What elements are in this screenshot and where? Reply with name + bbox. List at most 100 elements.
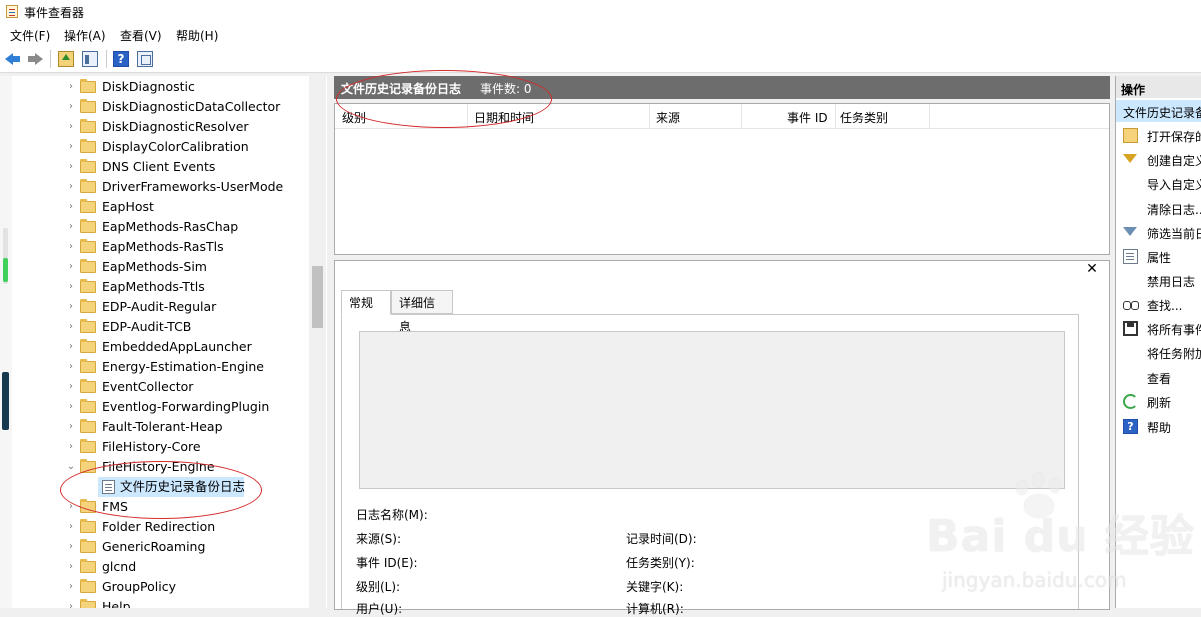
tree-item-label: Energy-Estimation-Engine	[102, 359, 264, 374]
tab-details[interactable]: 详细信息	[391, 290, 453, 334]
folder-icon	[80, 319, 96, 333]
events-table[interactable]: 级别 日期和时间 来源 事件 ID 任务类别	[334, 103, 1110, 255]
chevron-icon[interactable]: ›	[64, 277, 78, 297]
action-item[interactable]: 打开保存的日志...	[1116, 125, 1201, 147]
tree-scrollbar-thumb[interactable]	[312, 266, 323, 328]
tree-item[interactable]: › Folder Redirection	[64, 517, 304, 537]
chevron-icon[interactable]: ›	[64, 377, 78, 397]
column-datetime[interactable]: 日期和时间	[474, 109, 534, 126]
tree-item[interactable]: › DiskDiagnostic	[64, 77, 304, 97]
tree-item[interactable]: › EapMethods-RasTls	[64, 237, 304, 257]
chevron-icon[interactable]: ⌄	[64, 457, 78, 477]
chevron-icon[interactable]: ›	[64, 77, 78, 97]
tree-item[interactable]: › FileHistory-Core	[64, 437, 304, 457]
action-item-label: 清除日志...	[1147, 203, 1201, 217]
column-separator[interactable]	[929, 104, 930, 128]
tree-item[interactable]: ⌄ FileHistory-Engine	[64, 457, 304, 477]
tree-item[interactable]: › DNS Client Events	[64, 157, 304, 177]
tree-item[interactable]: › DisplayColorCalibration	[64, 137, 304, 157]
action-item-label: 禁用日志	[1147, 275, 1196, 289]
action-item[interactable]: 查看	[1116, 367, 1201, 389]
menu-file[interactable]: 文件(F)	[10, 27, 50, 44]
action-item[interactable]: 帮助	[1116, 416, 1201, 438]
tree-item-selected-log[interactable]: 文件历史记录备份日志	[98, 477, 246, 497]
back-arrow-icon[interactable]	[5, 51, 21, 67]
chevron-icon[interactable]: ›	[64, 417, 78, 437]
tab-general[interactable]: 常规	[341, 290, 391, 315]
action-item[interactable]: 清除日志...	[1116, 198, 1201, 220]
chevron-icon[interactable]: ›	[64, 257, 78, 277]
tree-item[interactable]: › Energy-Estimation-Engine	[64, 357, 304, 377]
action-item[interactable]: 导入自定义视图...	[1116, 173, 1201, 195]
column-source[interactable]: 来源	[656, 109, 680, 126]
chevron-icon[interactable]: ›	[64, 557, 78, 577]
column-separator[interactable]	[467, 104, 468, 128]
action-item[interactable]: 筛选当前日志...	[1116, 222, 1201, 244]
chevron-icon[interactable]: ›	[64, 537, 78, 557]
actions-selected-log[interactable]: 文件历史记录备份日志	[1116, 100, 1201, 122]
menu-help[interactable]: 帮助(H)	[176, 27, 218, 44]
column-level[interactable]: 级别	[342, 109, 366, 126]
tree-item[interactable]: › EapHost	[64, 197, 304, 217]
chevron-icon[interactable]: ›	[64, 197, 78, 217]
tree-item[interactable]: › FMS	[64, 497, 304, 517]
chevron-icon[interactable]: ›	[64, 517, 78, 537]
tree-item[interactable]: › EmbeddedAppLauncher	[64, 337, 304, 357]
chevron-icon[interactable]: ›	[64, 157, 78, 177]
chevron-icon[interactable]: ›	[64, 497, 78, 517]
event-description-box[interactable]	[359, 331, 1065, 489]
chevron-icon[interactable]: ›	[64, 437, 78, 457]
column-separator[interactable]	[741, 104, 742, 128]
action-item[interactable]: 将任务附加到此日志...	[1116, 342, 1201, 364]
chevron-icon[interactable]: ›	[64, 97, 78, 117]
tree-item[interactable]: › DiskDiagnosticResolver	[64, 117, 304, 137]
action-item[interactable]: 将所有事件另存为...	[1116, 318, 1201, 340]
action-item[interactable]: 刷新	[1116, 391, 1201, 413]
action-item[interactable]: 禁用日志	[1116, 270, 1201, 292]
tree-scrollbar[interactable]	[309, 76, 326, 608]
tree-item[interactable]: › Fault-Tolerant-Heap	[64, 417, 304, 437]
tree-item[interactable]: › EapMethods-RasChap	[64, 217, 304, 237]
navigation-tree[interactable]: › DiskDiagnostic › DiskDiagnosticDataCollec…	[0, 76, 327, 608]
chevron-icon[interactable]: ›	[64, 597, 78, 608]
action-item[interactable]: 创建自定义视图...	[1116, 149, 1201, 171]
chevron-icon[interactable]: ›	[64, 397, 78, 417]
tree-item[interactable]: › Help	[64, 597, 304, 608]
help-icon[interactable]: ?	[113, 51, 129, 67]
tree-item[interactable]: › GroupPolicy	[64, 577, 304, 597]
menu-action[interactable]: 操作(A)	[64, 27, 106, 44]
tree-item[interactable]: › DiskDiagnosticDataCollector	[64, 97, 304, 117]
chevron-icon[interactable]: ›	[64, 117, 78, 137]
close-icon[interactable]: ✕	[1085, 262, 1099, 276]
chevron-icon[interactable]: ›	[64, 317, 78, 337]
tree-item[interactable]: › EapMethods-Sim	[64, 257, 304, 277]
tree-item[interactable]: › EventCollector	[64, 377, 304, 397]
show-hide-action-pane-icon[interactable]	[137, 51, 153, 67]
forward-arrow-icon[interactable]	[27, 51, 43, 67]
tree-item[interactable]: › Eventlog-ForwardingPlugin	[64, 397, 304, 417]
chevron-icon[interactable]: ›	[64, 237, 78, 257]
tree-item[interactable]: › EDP-Audit-TCB	[64, 317, 304, 337]
column-task-category[interactable]: 任务类别	[840, 109, 888, 126]
tree-item[interactable]: › EDP-Audit-Regular	[64, 297, 304, 317]
menu-view[interactable]: 查看(V)	[120, 27, 162, 44]
chevron-icon[interactable]: ›	[64, 217, 78, 237]
tree-item[interactable]: › DriverFrameworks-UserMode	[64, 177, 304, 197]
tree-item[interactable]: › EapMethods-Ttls	[64, 277, 304, 297]
show-hide-tree-icon[interactable]	[82, 51, 98, 67]
chevron-icon[interactable]: ›	[64, 177, 78, 197]
chevron-icon[interactable]: ›	[64, 577, 78, 597]
column-separator[interactable]	[835, 104, 836, 128]
chevron-icon[interactable]: ›	[64, 357, 78, 377]
up-folder-icon[interactable]	[58, 51, 74, 67]
chevron-icon[interactable]: ›	[64, 137, 78, 157]
action-item[interactable]: 查找...	[1116, 294, 1201, 316]
tree-item[interactable]: › glcnd	[64, 557, 304, 577]
chevron-icon[interactable]: ›	[64, 337, 78, 357]
action-item[interactable]: 属性	[1116, 246, 1201, 268]
chevron-icon[interactable]: ›	[64, 297, 78, 317]
column-separator[interactable]	[649, 104, 650, 128]
column-event-id[interactable]: 事件 ID	[787, 109, 828, 126]
tree-item-label: 文件历史记录备份日志	[120, 479, 246, 494]
tree-item[interactable]: › GenericRoaming	[64, 537, 304, 557]
